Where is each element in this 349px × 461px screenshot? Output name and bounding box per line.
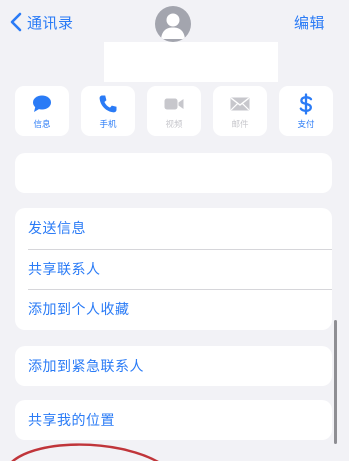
send-message-row[interactable]: 发送信息 [15,208,332,249]
contact-info-card [15,153,332,193]
share-location-label: 共享我的位置 [28,413,115,429]
video-button[interactable]: 视频 [147,86,201,136]
edit-button[interactable]: 编辑 [294,12,325,33]
scrollbar[interactable] [334,320,337,444]
video-label: 视频 [165,120,183,130]
mail-button[interactable]: 邮件 [213,86,267,136]
share-contact-row[interactable]: 共享联系人 [15,248,332,290]
add-to-favorites-row[interactable]: 添加到个人收藏 [15,289,332,330]
contact-actions-list: 发送信息 共享联系人 添加到个人收藏 [15,208,332,330]
contact-detail-screen: 通讯录 编辑 信息 手机 视频 邮件 支付 发送信息 共享联系人 添加到个人收藏… [0,0,349,461]
avatar [155,6,191,42]
pay-button[interactable]: 支付 [279,86,333,136]
share-location-row[interactable]: 共享我的位置 [15,400,332,440]
share-contact-label: 共享联系人 [28,261,101,278]
phone-label: 手机 [99,120,117,130]
add-emergency-contact-label: 添加到紧急联系人 [28,359,144,375]
add-emergency-contact-row[interactable]: 添加到紧急联系人 [15,346,332,386]
mail-icon [230,97,250,111]
message-button[interactable]: 信息 [15,86,69,136]
message-icon [33,95,51,112]
emergency-contact-card: 添加到紧急联系人 [15,346,332,386]
message-label: 信息 [33,120,51,130]
action-buttons: 信息 手机 视频 邮件 支付 [15,86,333,136]
back-label: 通讯录 [27,13,74,32]
location-card: 共享我的位置 [15,400,332,440]
chevron-left-icon [10,12,22,32]
contact-name-area [104,42,278,82]
phone-icon [99,95,117,113]
add-to-favorites-label: 添加到个人收藏 [28,302,130,319]
video-icon [164,98,184,110]
back-button[interactable]: 通讯录 [10,9,74,35]
mail-label: 邮件 [231,120,249,130]
send-message-label: 发送信息 [28,221,86,238]
pay-label: 支付 [297,120,315,130]
phone-button[interactable]: 手机 [81,86,135,136]
dollar-icon [299,93,313,115]
person-icon [161,13,185,39]
